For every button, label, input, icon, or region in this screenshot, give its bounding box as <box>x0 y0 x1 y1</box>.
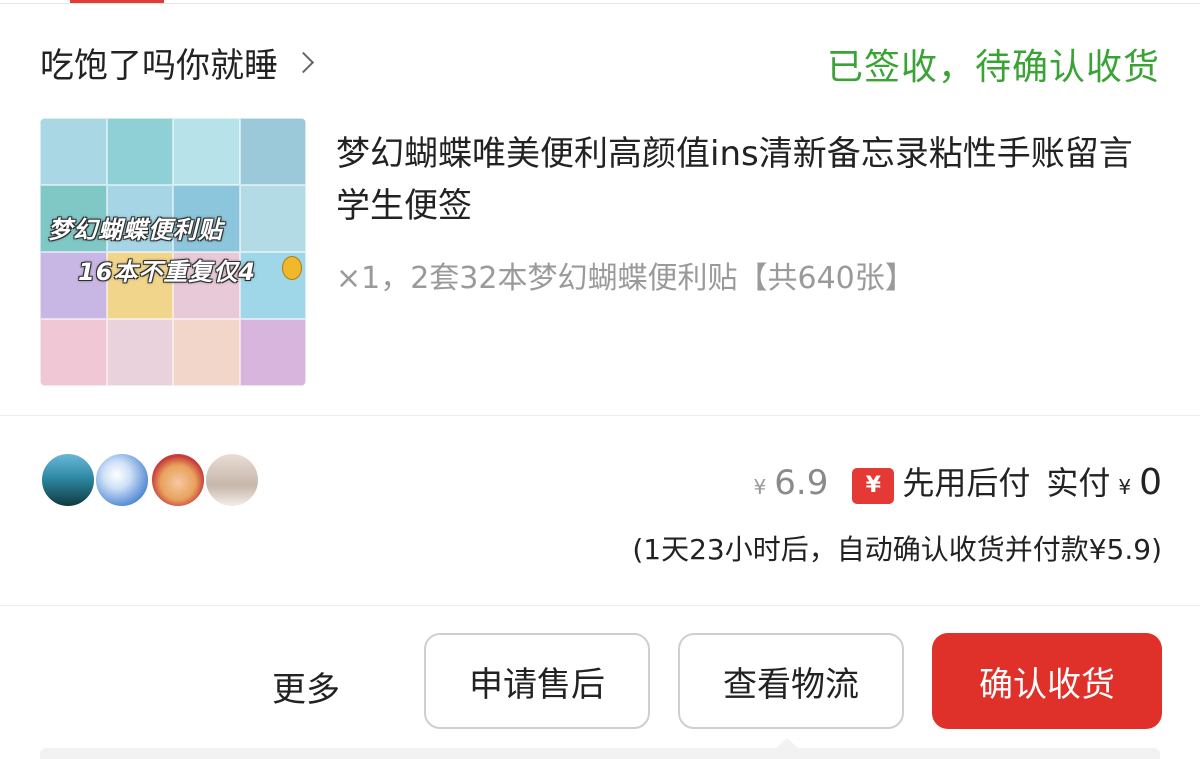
paid-amount: 0 <box>1139 462 1162 503</box>
price-row: ¥ 6.9 ¥ 先用后付 实付 ¥ 0 <box>754 458 1162 506</box>
pay-later-icon: ¥ <box>852 467 895 504</box>
footer-panel <box>40 748 1160 759</box>
thumbnail-text-line2: 16本不重复仅4 <box>78 258 257 286</box>
product-spec: ×1，2套32本梦幻蝴蝶便利贴【共640张】 <box>336 261 915 296</box>
confirm-receipt-button[interactable]: 确认收货 <box>932 633 1162 729</box>
after-sale-button[interactable]: 申请售后 <box>424 633 650 729</box>
shop-name: 吃饱了吗你就睡 <box>40 46 278 86</box>
beach-person-avatar <box>204 452 260 508</box>
pay-later-label: 先用后付 <box>902 464 1031 502</box>
order-status: 已签收，待确认收货 <box>826 47 1160 88</box>
view-logistics-button[interactable]: 查看物流 <box>678 633 904 729</box>
shop-link[interactable]: 吃饱了吗你就睡 <box>40 38 315 87</box>
auto-confirm-note: (1天23小时后，自动确认收货并付款¥5.9) <box>632 533 1162 566</box>
more-button[interactable]: 更多 <box>272 662 340 711</box>
chevron-right-icon <box>292 51 315 74</box>
top-divider <box>0 3 1200 4</box>
clouds-sky-avatar <box>94 452 150 508</box>
paid-label: 实付 <box>1046 464 1111 502</box>
section-divider <box>0 605 1200 606</box>
yen-symbol: ¥ <box>753 475 767 499</box>
thumbnail-text-line1: 梦幻蝴蝶便利贴 <box>48 216 223 244</box>
product-title[interactable]: 梦幻蝴蝶唯美便利高颜值ins清新备忘录粘性手账留言学生便签 <box>336 128 1162 232</box>
lake-landscape-avatar <box>40 452 96 508</box>
section-divider <box>0 415 1200 416</box>
money-bag-icon <box>282 256 302 280</box>
original-price: 6.9 <box>774 463 829 503</box>
paid-yen-symbol: ¥ <box>1118 475 1132 499</box>
sunglasses-face-avatar <box>150 452 206 508</box>
product-thumbnail[interactable]: 梦幻蝴蝶便利贴 16本不重复仅4 <box>40 118 306 386</box>
